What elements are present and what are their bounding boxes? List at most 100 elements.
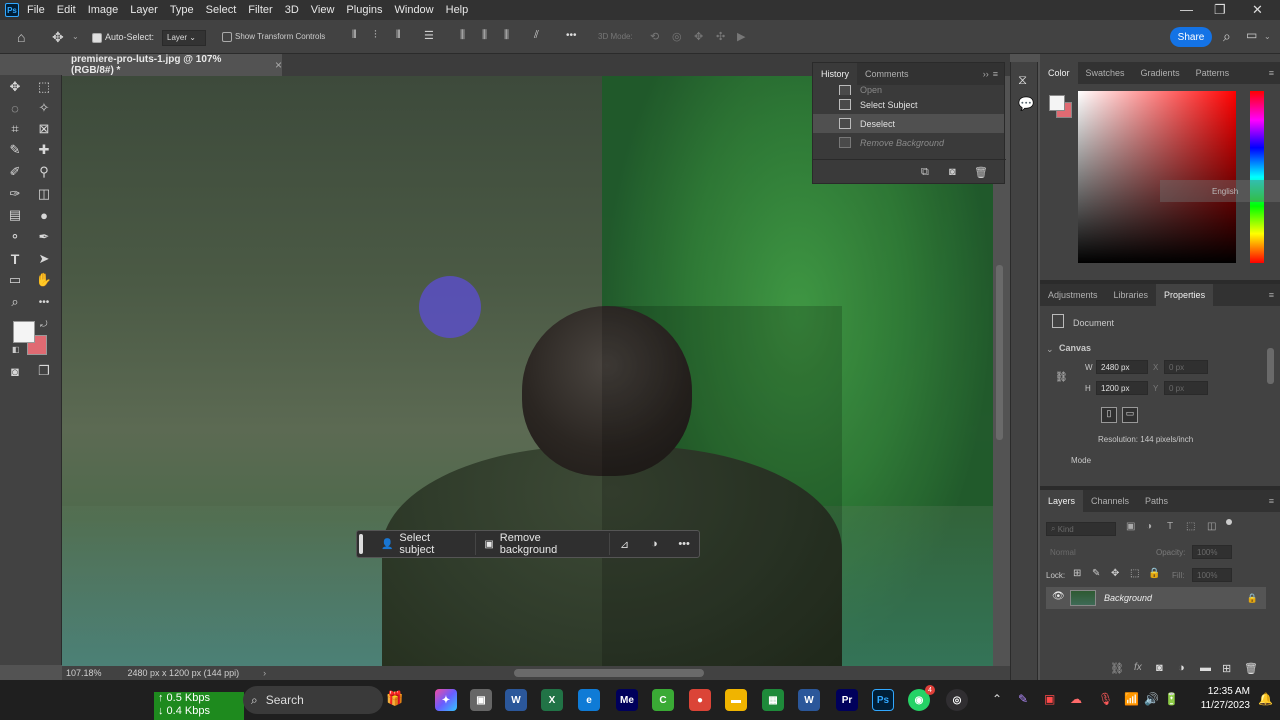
delete-state-icon[interactable]: 🗑	[974, 166, 988, 179]
taskbar-search[interactable]: ⌕ Search	[243, 686, 383, 714]
vertical-scrollbar[interactable]	[996, 265, 1003, 440]
tab-layers[interactable]: Layers	[1040, 490, 1084, 512]
lock-position-icon[interactable]: ✥	[1111, 568, 1119, 579]
menu-view[interactable]: View	[311, 4, 335, 16]
visibility-eye-icon[interactable]: 👁	[1052, 591, 1065, 602]
distribute-icon[interactable]: ☰	[424, 29, 434, 42]
width-field[interactable]: 2480 px	[1096, 360, 1148, 374]
blur-tool-icon[interactable]: ●	[34, 205, 54, 225]
add-mask-icon[interactable]: ◙	[1156, 662, 1163, 674]
dodge-tool-icon[interactable]: ⚬	[5, 227, 25, 247]
menu-help[interactable]: Help	[446, 4, 469, 16]
tab-adjustments[interactable]: Adjustments	[1040, 284, 1106, 306]
link-layers-icon[interactable]: ⛓	[1110, 662, 1124, 675]
delete-layer-icon[interactable]: 🗑	[1244, 662, 1258, 675]
close-window-icon[interactable]: ✕	[1252, 2, 1263, 18]
screen-mode-icon[interactable]: ❐	[34, 361, 54, 381]
auto-select-target-dropdown[interactable]: Layer ⌄	[162, 30, 206, 46]
align-center-icon[interactable]: ⫶	[374, 29, 377, 42]
task-view-icon[interactable]: ▣	[470, 689, 492, 711]
microphone-icon[interactable]: 🎙	[1098, 692, 1113, 706]
pen-tool-icon[interactable]: ✒	[34, 227, 54, 247]
default-colors-icon[interactable]: ◧	[12, 345, 20, 354]
show-hidden-icons-icon[interactable]: ⌃	[992, 692, 1002, 706]
lock-transparent-icon[interactable]: ⊞	[1073, 568, 1081, 579]
rectangle-tool-icon[interactable]: ▭	[5, 270, 25, 290]
tab-properties[interactable]: Properties	[1156, 284, 1214, 306]
path-selection-tool-icon[interactable]: ➤	[34, 249, 54, 269]
layer-lock-icon[interactable]: 🔒	[1247, 593, 1258, 604]
color-picker-field[interactable]	[1078, 91, 1236, 263]
minimize-icon[interactable]: —	[1180, 2, 1193, 17]
notifications-icon[interactable]: 🔔	[1258, 692, 1273, 706]
height-field[interactable]: 1200 px	[1096, 381, 1148, 395]
photoshop-logo[interactable]: Ps	[5, 3, 19, 17]
taskbar-app-camtasia[interactable]: C	[652, 689, 674, 711]
align-bottom-icon[interactable]: ⫼	[504, 29, 509, 42]
filter-pixel-icon[interactable]: ▣	[1126, 521, 1135, 532]
move-tool-icon[interactable]: ✥	[5, 77, 25, 97]
hand-tool-icon[interactable]: ✋	[34, 270, 54, 290]
eraser-tool-icon[interactable]: ◫	[34, 184, 54, 204]
widgets-icon[interactable]: 🎁	[386, 690, 403, 707]
workspace-icon[interactable]: ▭	[1246, 28, 1257, 42]
tab-paths[interactable]: Paths	[1137, 490, 1176, 512]
menu-edit[interactable]: Edit	[57, 4, 76, 16]
ctx-more-icon[interactable]: •••	[669, 538, 699, 550]
lock-image-icon[interactable]: ✎	[1092, 568, 1100, 579]
filter-toggle-icon[interactable]	[1226, 519, 1232, 525]
menu-3d[interactable]: 3D	[285, 4, 299, 16]
panel-menu-icon[interactable]: ≡	[993, 69, 998, 79]
crop-tool-icon[interactable]: ⌗	[5, 119, 25, 139]
magic-wand-tool-icon[interactable]: ✧	[34, 98, 54, 118]
menu-plugins[interactable]: Plugins	[346, 4, 382, 16]
comments-panel-icon[interactable]: 💬	[1018, 96, 1034, 112]
volume-icon[interactable]: 🔊	[1144, 692, 1159, 706]
properties-panel-menu-icon[interactable]: ≡	[1269, 290, 1274, 300]
type-tool-icon[interactable]: T	[5, 249, 25, 269]
tab-history[interactable]: History	[813, 63, 858, 85]
foreground-color-swatch-top[interactable]	[13, 321, 35, 343]
swap-colors-icon[interactable]: ⤾	[40, 319, 48, 330]
horizontal-scrollbar[interactable]	[514, 669, 704, 677]
document-tab[interactable]: premiere-pro-luts-1.jpg @ 107% (RGB/8#) …	[62, 54, 282, 76]
menu-filter[interactable]: Filter	[248, 4, 272, 16]
panel-foreground-swatch[interactable]	[1049, 95, 1065, 111]
clone-stamp-tool-icon[interactable]: ⚲	[34, 162, 54, 182]
taskbar-app-premiere[interactable]: Pr	[836, 689, 858, 711]
history-item-deselect[interactable]: Deselect	[813, 114, 1004, 133]
history-brush-tool-icon[interactable]: ✑	[5, 184, 25, 204]
tab-channels[interactable]: Channels	[1083, 490, 1137, 512]
drag-handle[interactable]	[359, 534, 363, 554]
color-panel-menu-icon[interactable]: ≡	[1269, 68, 1274, 78]
tab-swatches[interactable]: Swatches	[1078, 62, 1133, 84]
menu-window[interactable]: Window	[395, 4, 434, 16]
share-button[interactable]: Share	[1170, 27, 1212, 47]
history-item-select-subject[interactable]: Select Subject	[813, 95, 1004, 114]
layer-effects-icon[interactable]: fx	[1134, 662, 1142, 673]
align-middle-icon[interactable]: ⫼	[482, 29, 487, 42]
lock-artboard-icon[interactable]: ⬚	[1130, 568, 1139, 579]
show-transform-checkbox[interactable]: Show Transform Controls	[222, 32, 325, 42]
quick-mask-icon[interactable]: ◙	[5, 361, 25, 381]
filter-shape-icon[interactable]: ⬚	[1186, 521, 1195, 532]
canvas-collapse-icon[interactable]: ⌄	[1046, 344, 1054, 355]
taskbar-app-obs[interactable]: ◎	[946, 689, 968, 711]
restore-icon[interactable]: ❐	[1214, 2, 1226, 18]
tool-preset-chevron-icon[interactable]: ⌄	[72, 32, 79, 41]
layers-panel-menu-icon[interactable]: ≡	[1269, 496, 1274, 506]
snapshot-camera-icon[interactable]: ◙	[949, 166, 956, 178]
healing-brush-tool-icon[interactable]: ✚	[34, 140, 54, 160]
lasso-tool-icon[interactable]: ◌	[5, 98, 25, 118]
edit-toolbar-icon[interactable]: •••	[34, 292, 54, 312]
remove-background-button[interactable]: ▣ Remove background	[476, 532, 610, 556]
history-panel-icon[interactable]: ⧖	[1018, 72, 1027, 88]
menu-layer[interactable]: Layer	[130, 4, 158, 16]
align-left-icon[interactable]: ⫴	[352, 29, 357, 42]
zoom-tool-icon[interactable]: ⌕	[5, 292, 25, 312]
pen-menu-icon[interactable]: ✎	[1018, 692, 1028, 706]
taskbar-app-edge[interactable]: e	[578, 689, 600, 711]
more-options-icon[interactable]: •••	[566, 30, 577, 41]
taskbar-app-chrome[interactable]: ●	[689, 689, 711, 711]
filter-kind-dropdown[interactable]: ⌕ Kind	[1046, 522, 1116, 536]
